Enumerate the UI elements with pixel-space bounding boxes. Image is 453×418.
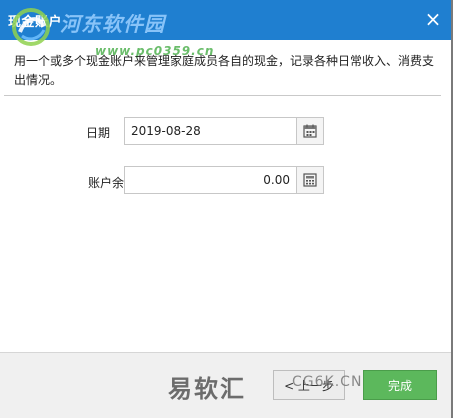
date-input[interactable]	[125, 118, 296, 144]
calculator-button[interactable]	[296, 166, 324, 194]
balance-field[interactable]	[124, 166, 297, 194]
watermark-site-name: 河东软件园	[60, 12, 165, 36]
description-text: 用一个或多个现金账户来管理家庭成员各自的现金，记录各种日常收入、消费支出情况。	[14, 54, 435, 87]
footer-watermark: 易软汇	[168, 375, 246, 403]
date-label: 日期	[85, 126, 110, 140]
divider	[4, 95, 441, 96]
date-picker-button[interactable]	[296, 117, 324, 145]
close-button[interactable]: ×	[421, 7, 445, 31]
close-icon: ×	[424, 7, 442, 31]
finish-button[interactable]: 完成	[363, 370, 437, 400]
date-field[interactable]	[124, 117, 297, 145]
logo-icon	[12, 8, 50, 46]
footer-watermark-url: CG6K.CN	[292, 374, 363, 390]
calendar-icon	[303, 124, 317, 138]
balance-label: 账户余额	[87, 176, 136, 190]
calculator-icon	[303, 173, 317, 187]
balance-input[interactable]	[125, 167, 296, 193]
